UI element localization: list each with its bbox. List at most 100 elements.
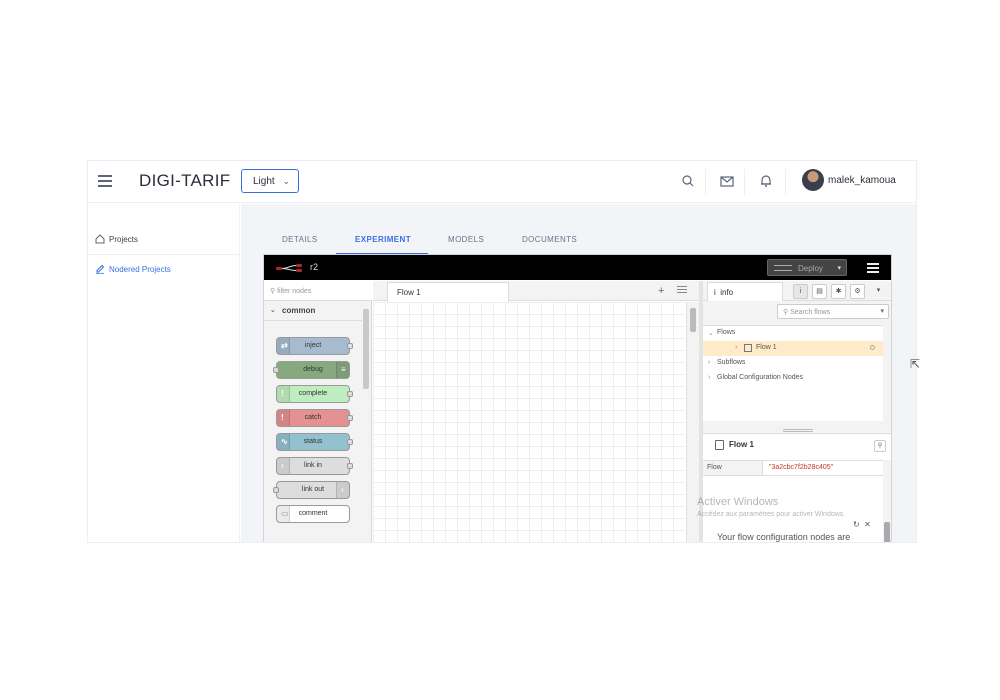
activation-watermark-title: Activer Windows (697, 496, 779, 508)
palette-node-label: catch (304, 414, 322, 421)
sidebar-divider (88, 254, 240, 255)
sidebar-item-projects[interactable]: Projects (95, 234, 138, 244)
output-port[interactable] (347, 391, 353, 397)
header-divider (744, 169, 745, 195)
sidebar-item-nodered-projects[interactable]: Nodered Projects (95, 264, 171, 274)
chevron-down-icon: ⌄ (708, 330, 714, 337)
add-flow-icon[interactable]: + (658, 285, 664, 297)
nodered-menu-icon[interactable] (867, 263, 879, 273)
nodered-editor: r2 Deploy ▾ ⚲ filter nodes ⌄ common ⇄ in… (263, 254, 892, 542)
list-flows-icon[interactable] (677, 286, 687, 295)
workspace-tabbar: Flow 1 + (373, 281, 699, 302)
search-icon[interactable] (680, 173, 696, 189)
bell-icon[interactable] (758, 173, 774, 189)
deploy-label: Deploy (798, 264, 823, 273)
mail-icon[interactable] (719, 173, 735, 189)
tree-item-flows[interactable]: ⌄ Flows (703, 326, 883, 341)
header-divider (705, 169, 706, 195)
nodered-logo-icon (276, 264, 302, 272)
palette-node-catch[interactable]: ! catch (276, 409, 353, 427)
palette-node-status[interactable]: ∿ status (276, 433, 353, 451)
panel-splitter[interactable] (783, 429, 813, 432)
palette-node-comment[interactable]: ▭ comment (276, 505, 350, 523)
properties-scrollbar[interactable] (883, 460, 891, 542)
tree-item-subflows[interactable]: › Subflows (703, 356, 883, 371)
deploy-button[interactable]: Deploy ▾ (767, 259, 847, 276)
output-port[interactable] (347, 343, 353, 349)
home-icon (95, 234, 105, 244)
chevron-right-icon: › (708, 374, 711, 381)
link-icon: › (336, 482, 349, 498)
palette-category-header[interactable]: ⌄ common (264, 301, 362, 321)
tree-item-label: Global Configuration Nodes (717, 374, 803, 381)
palette-node-label: complete (298, 390, 328, 397)
tree-item-label: Subflows (717, 359, 746, 366)
palette-filter-input[interactable]: ⚲ filter nodes (264, 281, 372, 301)
chevron-down-icon: ⌄ (270, 307, 276, 314)
palette-node-debug[interactable]: debug ≡ (273, 361, 350, 379)
app-brand: DIGI-TARIF (139, 171, 231, 190)
flow-canvas[interactable] (373, 302, 685, 542)
username[interactable]: malek_kamoua (828, 175, 896, 186)
chevron-down-icon[interactable]: ▾ (871, 284, 886, 299)
chevron-down-icon[interactable]: ▾ (880, 307, 884, 315)
tab-experiment[interactable]: EXPERIMENT (355, 235, 411, 244)
info-sidebar: i info i ▤ ✱ ⚙ ▾ ⚲ Search flows ▾ ⌄ Flows… (697, 281, 891, 542)
tab-info[interactable]: i info (707, 282, 783, 301)
config-actions: ↻ ✕ (853, 520, 871, 529)
debug-icon: ≡ (336, 362, 349, 378)
close-icon[interactable]: ✕ (864, 520, 871, 529)
search-flows-input[interactable]: ⚲ Search flows ▾ (777, 304, 889, 319)
config-nodes-text: Your flow configuration nodes are (717, 532, 851, 542)
flow-icon (715, 440, 724, 450)
property-row: Flow "3a2cbc7f2b28c405" (703, 460, 883, 476)
avatar[interactable] (802, 169, 824, 191)
flow-tab-label: Flow 1 (397, 288, 421, 297)
output-port[interactable] (347, 463, 353, 469)
scrollbar-thumb[interactable] (884, 522, 890, 542)
bug-icon[interactable]: ✱ (831, 284, 846, 299)
chevron-down-icon[interactable]: ▾ (837, 264, 841, 272)
gear-icon[interactable]: ⚙ (850, 284, 865, 299)
palette-node-link-out[interactable]: link out › (273, 481, 350, 499)
palette-scrollbar[interactable] (363, 309, 369, 389)
top-header: DIGI-TARIF Light ⌄ malek_kamoua (88, 161, 916, 203)
activation-watermark-subtitle: Accédez aux paramètres pour activer Wind… (697, 511, 846, 518)
sidebar-tabbar: i info i ▤ ✱ ⚙ ▾ (703, 281, 891, 301)
nodered-project-title: r2 (310, 262, 319, 272)
output-port[interactable] (347, 439, 353, 445)
flows-tree: ⌄ Flows › Flow 1 › Subflows › Global Configu… (703, 325, 883, 421)
properties-title: Flow 1 (715, 440, 754, 450)
tree-scrollbar[interactable] (883, 325, 891, 421)
header-divider (785, 169, 786, 195)
tab-models[interactable]: MODELS (448, 235, 484, 244)
palette-node-label: status (303, 438, 323, 445)
sidebar-item-label: Nodered Projects (109, 265, 171, 274)
theme-select-value: Light (253, 176, 275, 187)
main-content: DETAILS EXPERIMENT MODELS DOCUMENTS r2 D… (241, 204, 916, 542)
palette-node-label: comment (298, 510, 328, 517)
theme-select[interactable]: Light ⌄ (241, 169, 299, 193)
menu-icon[interactable] (98, 175, 112, 187)
tree-item-label: Flow 1 (756, 344, 777, 351)
tree-item-global-config[interactable]: › Global Configuration Nodes (703, 371, 883, 386)
output-port[interactable] (347, 415, 353, 421)
tab-flow-1[interactable]: Flow 1 (387, 282, 509, 302)
chevron-right-icon: › (708, 359, 711, 366)
palette-node-complete[interactable]: ! complete (276, 385, 353, 403)
chevron-right-icon: › (735, 344, 738, 351)
property-value: "3a2cbc7f2b28c405" (769, 464, 834, 471)
scrollbar-thumb[interactable] (690, 308, 696, 332)
tree-item-flow-1[interactable]: › Flow 1 (703, 341, 883, 356)
palette-node-inject[interactable]: ⇄ inject (276, 337, 353, 355)
search-icon[interactable]: ⚲ (874, 440, 886, 452)
edit-icon (96, 264, 105, 274)
tab-documents[interactable]: DOCUMENTS (522, 235, 577, 244)
tab-details[interactable]: DETAILS (282, 235, 318, 244)
book-icon[interactable]: ▤ (812, 284, 827, 299)
refresh-icon[interactable]: ↻ (853, 520, 860, 529)
mouse-cursor-icon: ⇱ (910, 357, 921, 371)
info-icon[interactable]: i (793, 284, 808, 299)
property-key: Flow (703, 461, 763, 475)
palette-node-link-in[interactable]: › link in (276, 457, 353, 475)
